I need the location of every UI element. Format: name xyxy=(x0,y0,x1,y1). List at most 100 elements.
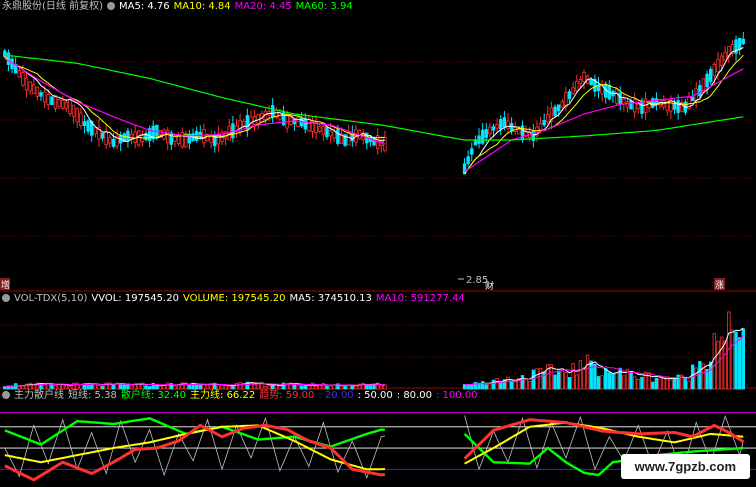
candle-body xyxy=(737,37,742,51)
candle-body xyxy=(676,100,680,113)
volume-bar xyxy=(582,367,586,390)
volume-bar xyxy=(314,386,318,390)
volume-bar xyxy=(491,379,496,390)
candle-body xyxy=(108,137,112,144)
candle-body xyxy=(71,104,76,117)
candle-body xyxy=(242,121,246,127)
indicator-label-4: 趋势: 59.00 xyxy=(259,390,315,401)
candle-body xyxy=(719,55,724,67)
volume-bar xyxy=(473,382,478,390)
volume-bar xyxy=(50,384,54,390)
candle-body xyxy=(198,132,202,138)
volume-bar xyxy=(111,383,116,390)
volume-bar xyxy=(379,385,383,390)
volume-bar xyxy=(462,384,467,390)
volume-bar xyxy=(343,385,347,390)
candle-body xyxy=(104,130,108,146)
volume-bar xyxy=(542,371,546,390)
ma-label-1: MA10: 4.84 xyxy=(173,1,231,12)
ma5-line xyxy=(464,47,744,175)
volume-bar xyxy=(198,384,202,390)
candle-body xyxy=(484,129,488,138)
volume-label-group: VOL-TDX(5,10) VVOL: 197545.20 VOLUME: 1975… xyxy=(14,293,469,304)
volume-bar xyxy=(614,372,619,390)
volume-bar xyxy=(499,382,503,390)
volume-bar xyxy=(709,361,713,390)
trend-line xyxy=(463,418,745,460)
candle-body xyxy=(640,100,644,114)
volume-bar xyxy=(513,381,517,390)
volume-bar xyxy=(643,371,648,390)
trend-line xyxy=(4,423,386,482)
candle-body xyxy=(741,38,745,45)
candle-body xyxy=(64,101,69,109)
watermark: www.7gpzb.com xyxy=(620,454,750,479)
volume-bar xyxy=(585,354,590,390)
candle-body xyxy=(35,86,40,97)
candle-body xyxy=(567,91,572,100)
candle-body xyxy=(24,77,29,91)
volume-bar xyxy=(730,329,735,390)
volume-bar xyxy=(661,377,666,390)
settings-dot-icon[interactable] xyxy=(2,294,10,302)
volume-bar xyxy=(698,361,702,390)
candle-body xyxy=(495,124,499,129)
volume-bar xyxy=(629,370,633,390)
volume-label-1: VVOL: 197545.20 xyxy=(91,293,179,304)
candle-body xyxy=(111,138,116,147)
volume-bar xyxy=(611,373,615,390)
price-panel xyxy=(3,31,745,175)
candle-body xyxy=(672,102,677,110)
volume-bar xyxy=(734,331,738,390)
indicator-label-1: 短线: 5.38 xyxy=(68,390,117,401)
candle-body xyxy=(307,118,311,132)
candle-body xyxy=(93,127,98,135)
volume-bar xyxy=(147,386,152,390)
volume-bar xyxy=(506,376,510,390)
volume-bar xyxy=(100,385,105,390)
volume-bar xyxy=(97,385,101,390)
volume-bar xyxy=(560,368,564,390)
candle-body xyxy=(712,64,717,77)
candle-body xyxy=(614,88,619,104)
candle-body xyxy=(140,135,145,143)
volume-bar xyxy=(162,385,166,390)
volume-panel xyxy=(3,311,745,390)
volume-label-4: MA10: 591277.44 xyxy=(375,293,465,304)
stock-chart: 2.85 增 财 涨 xyxy=(0,31,756,482)
candle-body xyxy=(82,121,87,126)
volume-bar xyxy=(158,385,163,390)
settings-dot-icon[interactable] xyxy=(2,391,10,399)
volume-bar xyxy=(122,383,126,390)
candle-body xyxy=(690,96,695,102)
volume-bar xyxy=(194,384,199,390)
candle-body xyxy=(53,95,58,109)
indicator-label-5: : 20.00 xyxy=(318,390,354,401)
candle-body xyxy=(328,130,333,137)
candle-body xyxy=(556,104,561,112)
volume-bar xyxy=(238,382,242,390)
candle-body xyxy=(231,123,235,139)
volume-bar xyxy=(296,385,300,390)
volume-bar xyxy=(484,384,488,390)
volume-bar xyxy=(21,385,25,390)
ma10-line xyxy=(464,54,744,175)
candle-body xyxy=(618,92,622,106)
indicator-label-2: 散户线: 32.40 xyxy=(120,390,187,401)
candle-body xyxy=(589,79,593,86)
candle-body xyxy=(560,101,564,108)
volume-bar xyxy=(202,383,206,390)
volume-bar xyxy=(719,336,724,390)
volume-bar xyxy=(155,384,159,390)
indicator-label-8: : 100.00 xyxy=(435,390,478,401)
volume-bar xyxy=(86,383,90,390)
volume-bar xyxy=(567,377,572,390)
volume-bar xyxy=(495,377,499,390)
settings-dot-icon[interactable] xyxy=(106,2,115,10)
candle-body xyxy=(665,98,669,111)
candle-body xyxy=(86,120,90,132)
volume-bar xyxy=(658,378,662,390)
candle-body xyxy=(578,79,583,84)
volume-bar xyxy=(252,384,257,390)
candle-body xyxy=(625,101,630,108)
